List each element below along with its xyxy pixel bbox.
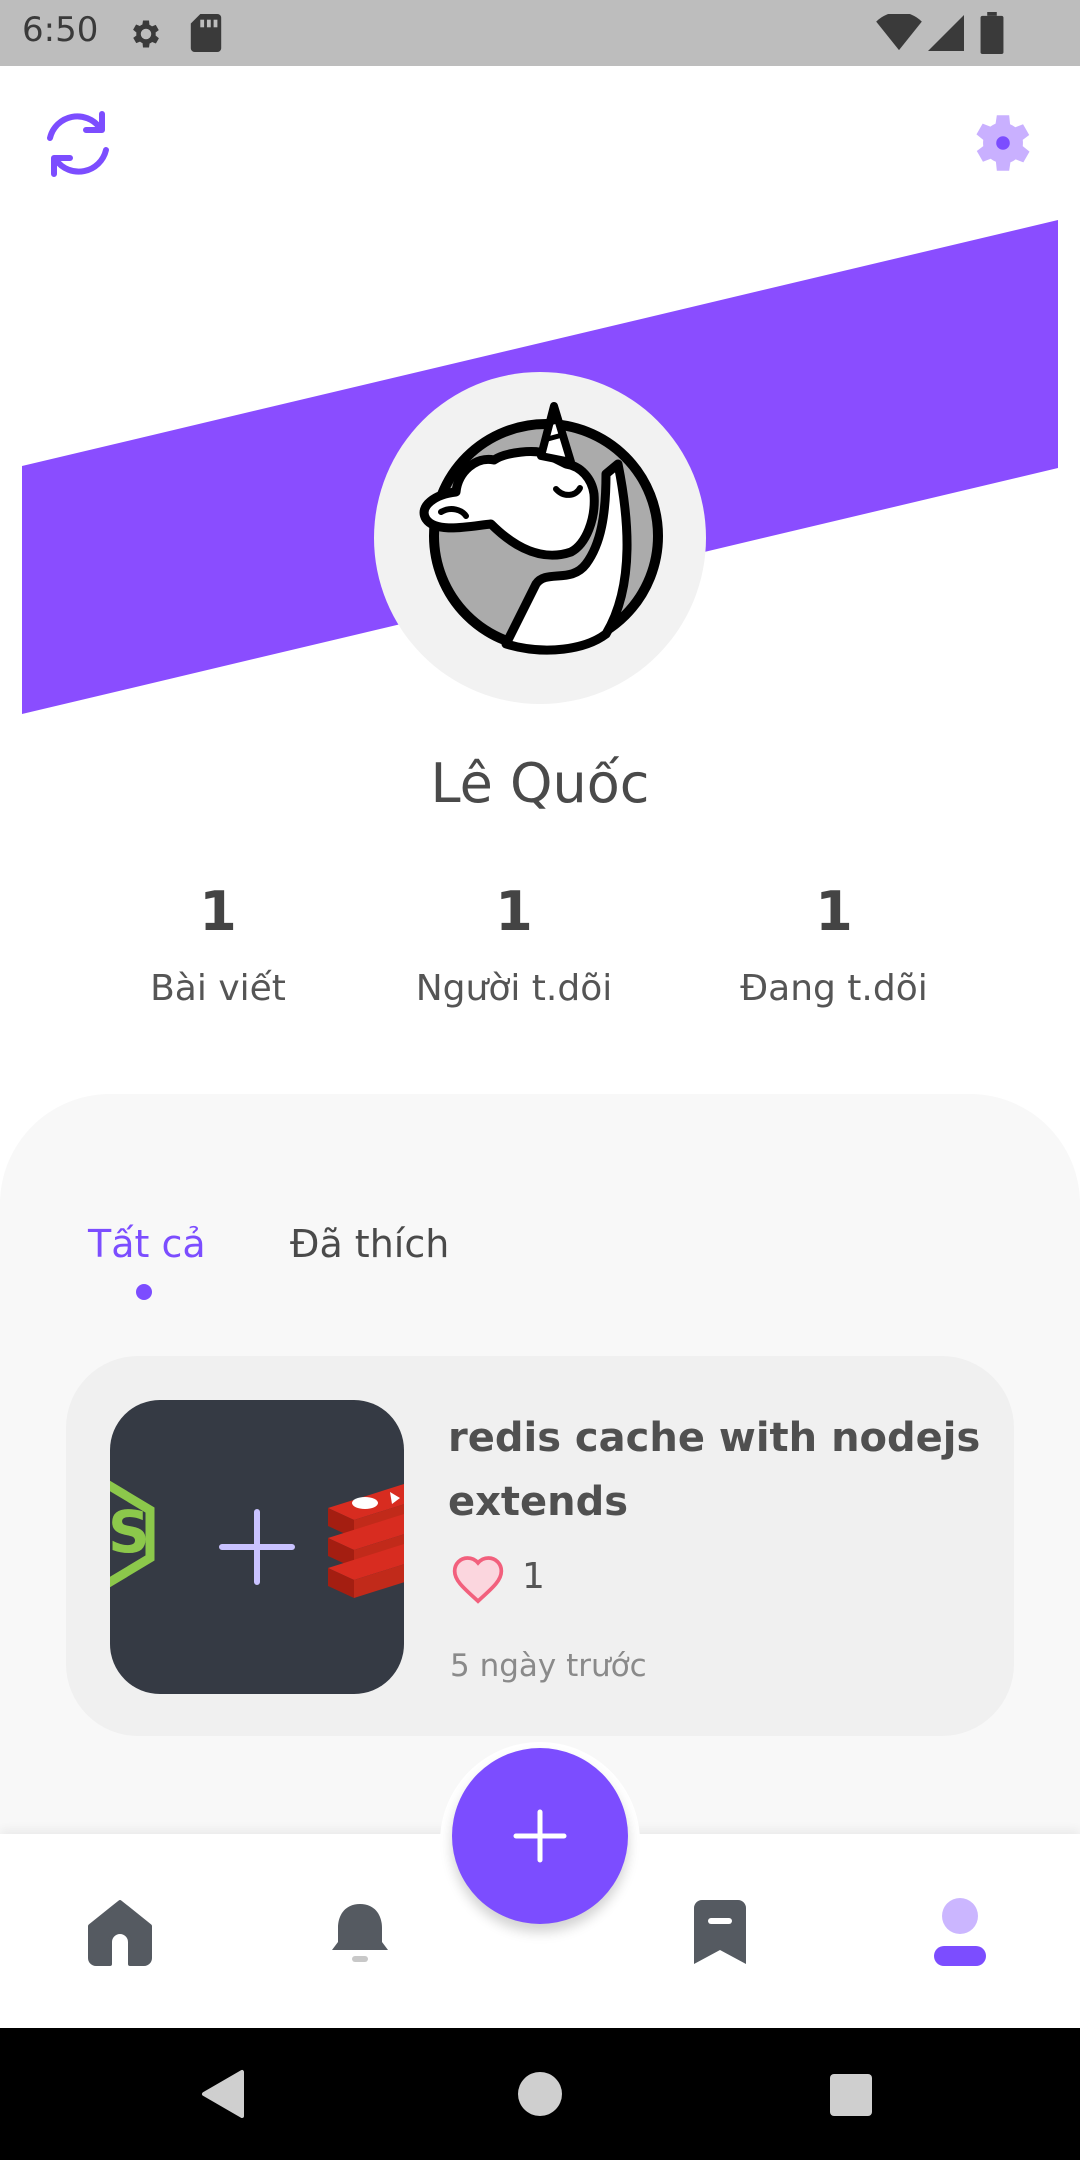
profile-name: Lê Quốc xyxy=(430,752,650,815)
add-post-button[interactable] xyxy=(452,1748,628,1924)
post-card[interactable]: S redis cache with nodejs extends 1 5 ng… xyxy=(66,1356,1014,1736)
post-time: 5 ngày trước xyxy=(450,1648,647,1684)
status-time: 6:50 xyxy=(22,10,99,50)
bell-icon[interactable] xyxy=(320,1892,400,1972)
plus-icon xyxy=(513,1809,567,1863)
tab-all[interactable]: Tất cả xyxy=(88,1222,206,1266)
back-icon[interactable] xyxy=(200,2068,246,2120)
tab-liked[interactable]: Đã thích xyxy=(290,1222,449,1266)
stat-value: 1 xyxy=(495,880,533,943)
stat-followers[interactable]: 1 Người t.dõi xyxy=(344,880,684,1009)
post-thumbnail: S xyxy=(110,1400,404,1694)
recents-icon[interactable] xyxy=(830,2074,872,2116)
stat-value: 1 xyxy=(199,880,237,943)
heart-icon[interactable] xyxy=(450,1552,506,1606)
battery-icon xyxy=(980,12,1004,54)
signal-icon xyxy=(928,15,964,51)
avatar[interactable] xyxy=(374,372,706,704)
stat-label: Đang t.dõi xyxy=(740,968,928,1009)
home-icon[interactable] xyxy=(80,1892,160,1972)
like-count: 1 xyxy=(522,1556,545,1597)
stat-following[interactable]: 1 Đang t.dõi xyxy=(664,880,1004,1009)
refresh-icon[interactable] xyxy=(40,108,116,180)
home-circle-icon[interactable] xyxy=(518,2072,562,2116)
stat-label: Bài viết xyxy=(150,968,286,1009)
stat-label: Người t.dõi xyxy=(415,968,613,1009)
unicorn-avatar-icon xyxy=(419,402,663,655)
post-title[interactable]: redis cache with nodejs extends xyxy=(448,1406,988,1534)
bookmark-icon[interactable] xyxy=(680,1892,760,1972)
stat-posts[interactable]: 1 Bài viết xyxy=(48,880,388,1009)
settings-gear-icon[interactable] xyxy=(966,106,1040,180)
profile-icon[interactable] xyxy=(920,1892,1000,1972)
status-bar: 6:50 xyxy=(0,0,1080,66)
nodejs-redis-logo-icon: S xyxy=(110,1480,404,1598)
active-tab-indicator xyxy=(136,1284,152,1300)
stat-value: 1 xyxy=(815,880,853,943)
gear-icon xyxy=(133,20,159,48)
svg-text:S: S xyxy=(110,1498,150,1566)
wifi-icon xyxy=(876,14,922,51)
system-nav-bar xyxy=(0,2028,1080,2160)
sd-card-icon xyxy=(190,14,222,52)
